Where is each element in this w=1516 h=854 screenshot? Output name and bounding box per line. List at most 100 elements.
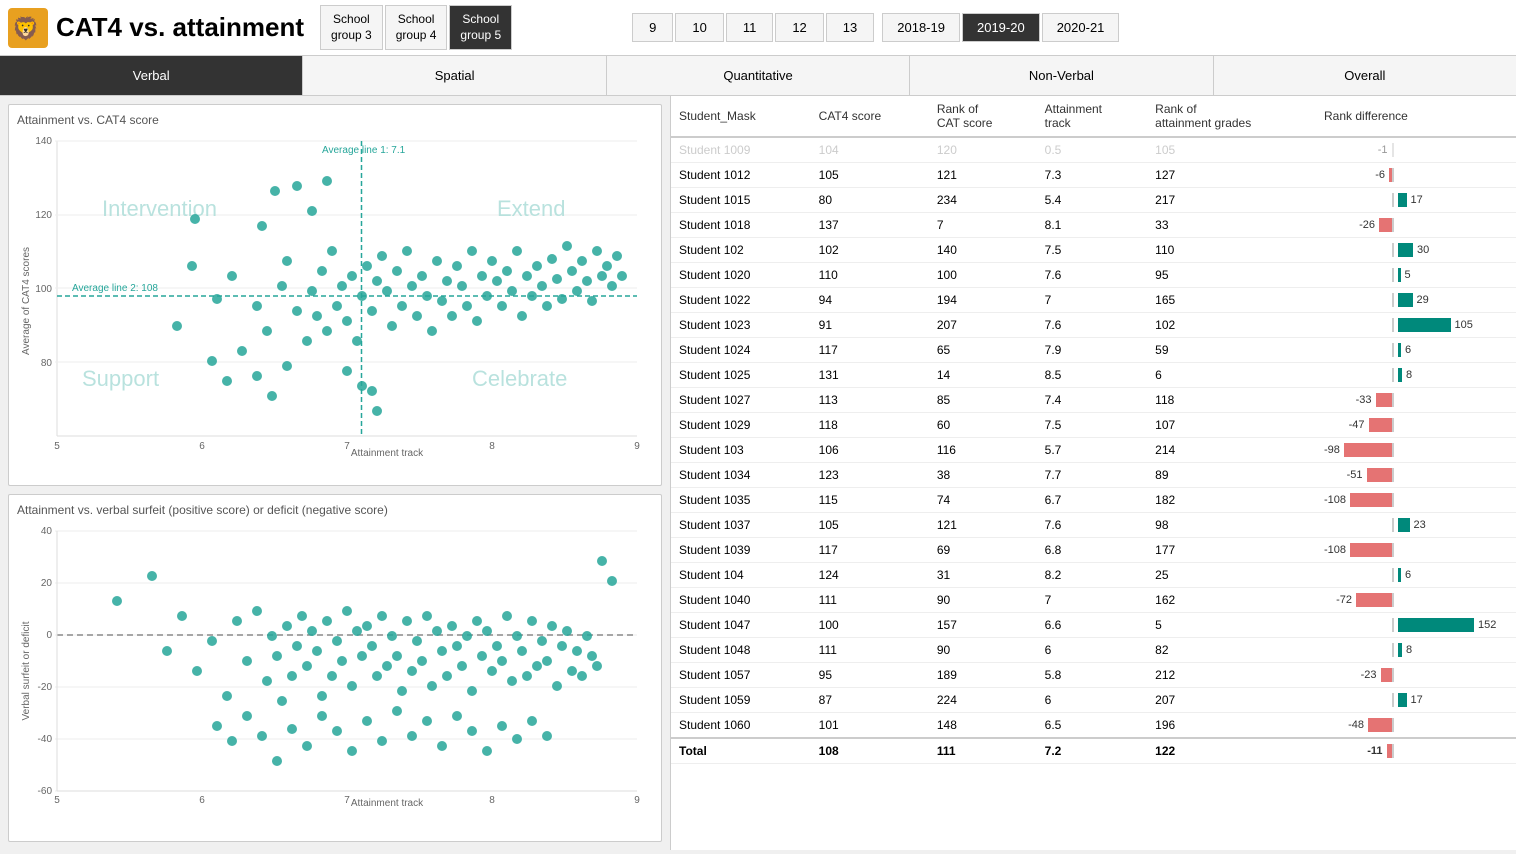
svg-text:🦁: 🦁 bbox=[12, 16, 39, 41]
table-wrapper[interactable]: Student_Mask CAT4 score Rank ofCAT score… bbox=[671, 96, 1516, 850]
total-rank-cat: 111 bbox=[929, 738, 1037, 764]
cell-student: Student 1022 bbox=[671, 288, 811, 313]
cell-rank-att: 214 bbox=[1147, 438, 1316, 463]
cell-rank-att: 5 bbox=[1147, 613, 1316, 638]
cell-rank-diff: 105 bbox=[1316, 313, 1516, 338]
col-rank-att: Rank ofattainment grades bbox=[1147, 96, 1316, 137]
table-row: Student 1009 104 120 0.5 105 -1 bbox=[671, 137, 1516, 163]
svg-text:Intervention: Intervention bbox=[102, 196, 217, 221]
tab-spatial[interactable]: Spatial bbox=[303, 56, 606, 95]
number-tab-11[interactable]: 11 bbox=[726, 13, 774, 42]
cell-att-track: 7.6 bbox=[1037, 263, 1148, 288]
cell-student: Student 1035 bbox=[671, 488, 811, 513]
cell-rank-att: 217 bbox=[1147, 188, 1316, 213]
cell-rank-att: 95 bbox=[1147, 263, 1316, 288]
chart1-title: Attainment vs. CAT4 score bbox=[17, 113, 653, 127]
cell-cat4: 94 bbox=[811, 288, 929, 313]
cell-student: Student 1057 bbox=[671, 663, 811, 688]
svg-text:140: 140 bbox=[35, 136, 52, 147]
cell-student: Student 1060 bbox=[671, 713, 811, 739]
cell-rank-att: 127 bbox=[1147, 163, 1316, 188]
tab-non-verbal[interactable]: Non-Verbal bbox=[910, 56, 1213, 95]
table-row: Student 1029 118 60 7.5 107 -47 bbox=[671, 413, 1516, 438]
year-tab-2019-20[interactable]: 2019-20 bbox=[962, 13, 1040, 42]
cell-rank-diff: -98 bbox=[1316, 438, 1516, 463]
number-tab-10[interactable]: 10 bbox=[675, 13, 723, 42]
svg-text:7: 7 bbox=[344, 441, 350, 452]
svg-text:8: 8 bbox=[489, 795, 495, 806]
cell-att-track: 7.9 bbox=[1037, 338, 1148, 363]
table-row: Student 1018 137 7 8.1 33 -26 bbox=[671, 213, 1516, 238]
svg-text:Average line 1: 7.1: Average line 1: 7.1 bbox=[322, 145, 406, 156]
cell-student: Student 1048 bbox=[671, 638, 811, 663]
cell-rank-diff: -23 bbox=[1316, 663, 1516, 688]
cell-student: Student 102 bbox=[671, 238, 811, 263]
cell-att-track: 8.2 bbox=[1037, 563, 1148, 588]
cell-rank-diff: 23 bbox=[1316, 513, 1516, 538]
cell-rank-att: 59 bbox=[1147, 338, 1316, 363]
svg-text:9: 9 bbox=[634, 795, 640, 806]
year-tab-2020-21[interactable]: 2020-21 bbox=[1042, 13, 1120, 42]
cell-rank-cat: 157 bbox=[929, 613, 1037, 638]
cell-rank-att: 110 bbox=[1147, 238, 1316, 263]
cell-rank-cat: 85 bbox=[929, 388, 1037, 413]
cell-rank-cat: 207 bbox=[929, 313, 1037, 338]
cell-rank-diff: -1 bbox=[1316, 137, 1516, 163]
cell-rank-att: 98 bbox=[1147, 513, 1316, 538]
cell-att-track: 7.6 bbox=[1037, 313, 1148, 338]
cell-student: Student 1015 bbox=[671, 188, 811, 213]
table-row: Student 1048 111 90 6 82 8 bbox=[671, 638, 1516, 663]
svg-text:20: 20 bbox=[41, 578, 53, 589]
svg-text:-60: -60 bbox=[38, 786, 53, 797]
number-tab-13[interactable]: 13 bbox=[826, 13, 874, 42]
main-content: Attainment vs. CAT4 score Average of CAT… bbox=[0, 96, 1516, 850]
scatter-svg-1: Average of CAT4 scores Attainment track … bbox=[17, 131, 657, 461]
col-cat4: CAT4 score bbox=[811, 96, 929, 137]
cell-rank-diff: -108 bbox=[1316, 538, 1516, 563]
total-row: Total 108 111 7.2 122 -11 bbox=[671, 738, 1516, 764]
number-tab-9[interactable]: 9 bbox=[632, 13, 673, 42]
school-group-tab-5[interactable]: Schoolgroup 5 bbox=[449, 5, 512, 50]
school-group-tab-3[interactable]: Schoolgroup 3 bbox=[320, 5, 383, 50]
cell-att-track: 6 bbox=[1037, 638, 1148, 663]
total-att-track: 7.2 bbox=[1037, 738, 1148, 764]
cell-rank-diff: -72 bbox=[1316, 588, 1516, 613]
page-title: CAT4 vs. attainment bbox=[56, 12, 304, 43]
svg-text:100: 100 bbox=[35, 284, 52, 295]
cell-rank-diff: 30 bbox=[1316, 238, 1516, 263]
tab-overall[interactable]: Overall bbox=[1214, 56, 1516, 95]
cell-att-track: 6 bbox=[1037, 688, 1148, 713]
cell-rank-cat: 148 bbox=[929, 713, 1037, 739]
number-tab-12[interactable]: 12 bbox=[775, 13, 823, 42]
table-row: Student 1060 101 148 6.5 196 -48 bbox=[671, 713, 1516, 739]
tab-quantitative[interactable]: Quantitative bbox=[607, 56, 910, 95]
cell-rank-cat: 194 bbox=[929, 288, 1037, 313]
cell-att-track: 6.7 bbox=[1037, 488, 1148, 513]
table-row: Student 1020 110 100 7.6 95 5 bbox=[671, 263, 1516, 288]
cell-student: Student 1040 bbox=[671, 588, 811, 613]
tab-verbal[interactable]: Verbal bbox=[0, 56, 303, 95]
col-rank-cat: Rank ofCAT score bbox=[929, 96, 1037, 137]
cell-rank-cat: 14 bbox=[929, 363, 1037, 388]
cell-att-track: 7 bbox=[1037, 588, 1148, 613]
cell-student: Student 1023 bbox=[671, 313, 811, 338]
table-row: Student 1025 131 14 8.5 6 8 bbox=[671, 363, 1516, 388]
cell-rank-cat: 121 bbox=[929, 163, 1037, 188]
table-row: Student 1024 117 65 7.9 59 6 bbox=[671, 338, 1516, 363]
school-group-tab-4[interactable]: Schoolgroup 4 bbox=[385, 5, 448, 50]
cell-rank-diff: 6 bbox=[1316, 338, 1516, 363]
cell-cat4: 124 bbox=[811, 563, 929, 588]
cell-rank-cat: 100 bbox=[929, 263, 1037, 288]
cell-rank-att: 118 bbox=[1147, 388, 1316, 413]
cell-rank-diff: 17 bbox=[1316, 188, 1516, 213]
cell-cat4: 102 bbox=[811, 238, 929, 263]
cell-cat4: 111 bbox=[811, 588, 929, 613]
cell-att-track: 7.7 bbox=[1037, 463, 1148, 488]
cell-cat4: 113 bbox=[811, 388, 929, 413]
table-row: Student 1015 80 234 5.4 217 17 bbox=[671, 188, 1516, 213]
table-row: Student 1022 94 194 7 165 29 bbox=[671, 288, 1516, 313]
cell-student: Student 1025 bbox=[671, 363, 811, 388]
col-rank-diff: Rank difference bbox=[1316, 96, 1516, 137]
year-tab-2018-19[interactable]: 2018-19 bbox=[882, 13, 960, 42]
cell-rank-att: 207 bbox=[1147, 688, 1316, 713]
